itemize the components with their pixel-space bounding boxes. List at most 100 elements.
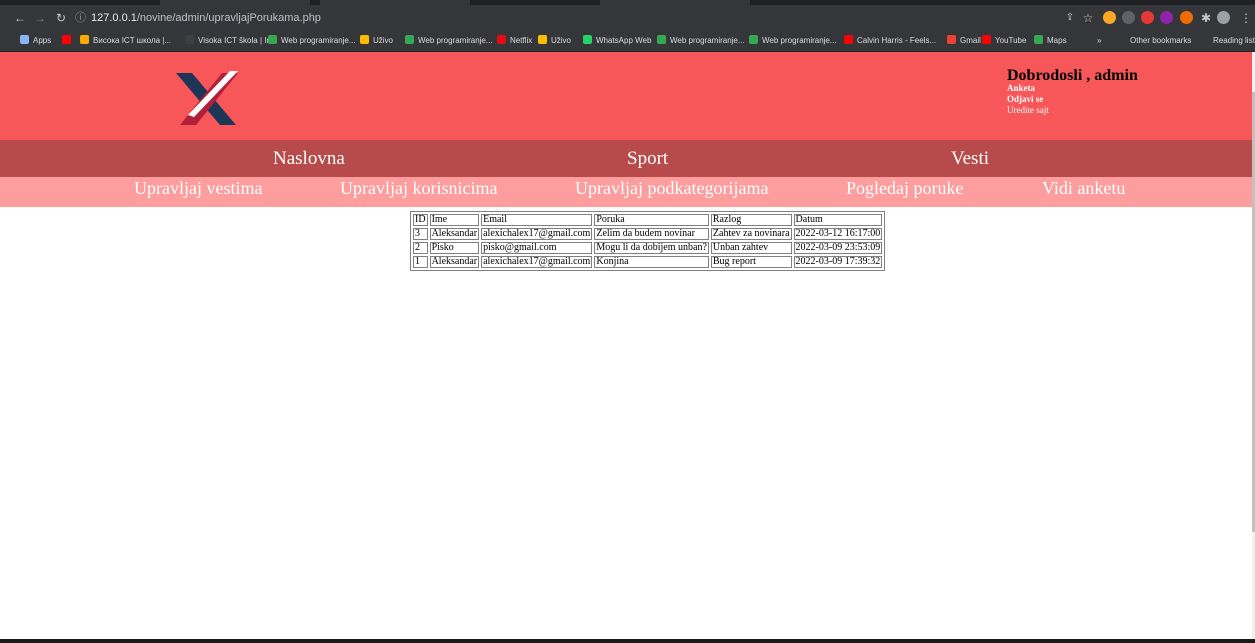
bookmark-favicon-icon [947,35,956,44]
more-bookmarks-button[interactable]: » [1097,35,1101,47]
nav-news-link[interactable]: Vesti [951,148,989,170]
bookmark-favicon-icon [982,35,991,44]
table-cell: 2022-03-12 16:17:00 [793,228,883,240]
bookmark-favicon-icon [657,35,666,44]
table-cell: Pisko [429,242,480,254]
back-icon[interactable]: ← [12,10,28,26]
extension-icon[interactable] [1160,11,1173,24]
site-logo[interactable] [174,71,238,127]
bookmark-favicon-icon [268,35,277,44]
bookmark-label: Uživo [551,36,572,45]
bookmark-favicon-icon [844,35,853,44]
bookmark-label: Web programiranje... [762,36,837,45]
logout-link[interactable]: Odjavi se [1007,94,1049,105]
table-cell: Unban zahtev [710,242,792,254]
table-body: 3 Aleksandar alexichalex17@gmail.com Zelim … [413,228,883,268]
bookmark-item[interactable]: Web programiranje... [657,35,745,47]
bookmark-item[interactable]: Web programiranje... [268,35,356,47]
bookmark-item[interactable]: Netflix [497,35,532,47]
bookmark-item[interactable]: Calvin Harris - Feels... [844,35,936,47]
bookmark-label: WhatsApp Web [596,36,652,45]
bookmark-item[interactable]: YouTube [982,35,1026,47]
table-cell: Konjina [594,256,709,268]
bookmark-item[interactable]: Maps [1034,35,1067,47]
other-bookmarks-folder[interactable]: Other bookmarks [1130,35,1191,47]
manage-news-link[interactable]: Upravljaj vestima [134,178,262,199]
adblock-extension-icon[interactable] [1141,11,1154,24]
profile-avatar[interactable] [1217,11,1230,24]
bookmark-star-icon[interactable]: ☆ [1080,10,1096,26]
forward-icon[interactable]: → [32,10,48,26]
manage-users-link[interactable]: Upravljaj korisnicima [340,178,497,199]
bookmark-favicon-icon [360,35,369,44]
view-poll-link[interactable]: Vidi anketu [1042,178,1125,199]
bookmark-item[interactable]: WhatsApp Web [583,35,651,47]
bookmark-item[interactable]: Visoka ICT škola | In... [185,35,278,47]
nav-home-link[interactable]: Naslovna [273,148,345,170]
column-header: Razlog [710,214,792,226]
table-cell: 2022-03-09 17:39:32 [793,256,883,268]
extension-icon[interactable] [1180,11,1193,24]
site-info-icon[interactable]: ⓘ [75,9,86,27]
column-header: Poruka [594,214,709,226]
table-cell: 1 [413,256,428,268]
table-cell: Aleksandar [429,256,480,268]
table-cell: alexichalex17@gmail.com [481,256,593,268]
view-messages-link[interactable]: Pogledaj poruke [846,178,963,199]
bookmark-favicon-icon [405,35,414,44]
share-icon[interactable]: ⇪ [1062,10,1078,26]
url-path: /novine/admin/upravljajPorukama.php [136,12,321,24]
nav-sport-link[interactable]: Sport [627,148,668,170]
admin-nav: Upravljaj vestima Upravljaj korisnicima … [0,177,1252,207]
reload-icon[interactable]: ↻ [53,10,69,26]
bookmark-label: Apps [33,36,52,45]
bookmark-label: Uživo [373,36,394,45]
extension-icon[interactable] [1122,11,1135,24]
bookmark-item[interactable]: Uživo [538,35,571,47]
user-links: Anketa Odjavi se Uredite sajt [1007,83,1049,116]
bookmark-label: Web programiranje... [281,36,356,45]
manage-subcategories-link[interactable]: Upravljaj podkategorijama [575,178,768,199]
bookmark-favicon-icon [80,35,89,44]
menu-kebab-icon[interactable]: ⋮ [1238,10,1254,26]
browser-toolbar: ← → ↻ ⓘ 127.0.0.1/novine/admin/upravljajP… [0,5,1255,31]
table-cell: 2 [413,242,428,254]
table-cell: Zahtev za novinara [710,228,792,240]
bookmark-item[interactable]: Gmail [947,35,981,47]
bookmark-item[interactable]: Apps [20,35,51,47]
reading-list-button[interactable]: Reading list [1213,35,1255,47]
main-nav: Naslovna Sport Vesti [0,140,1252,177]
url-host: 127.0.0.1 [91,12,137,24]
bookmark-label: Web programiranje... [670,36,745,45]
edit-site-link[interactable]: Uredite sajt [1007,105,1049,116]
table-cell: 3 [413,228,428,240]
bookmark-item[interactable] [62,35,75,47]
bookmark-label: Висока ICT школа |... [93,36,172,45]
column-header: Datum [793,214,883,226]
bookmark-item[interactable]: Web programiranje... [405,35,493,47]
bookmark-favicon-icon [20,35,29,44]
bookmark-label: Gmail [960,36,981,45]
taskbar-edge [0,639,1255,643]
bookmark-favicon-icon [583,35,592,44]
extensions-puzzle-icon[interactable]: ✱ [1198,10,1214,26]
table-cell: Zelim da budem novinar [594,228,709,240]
bookmark-item[interactable]: Висока ICT школа |... [80,35,171,47]
bookmark-item[interactable]: Uživo [360,35,393,47]
bookmark-favicon-icon [497,35,506,44]
rss-extension-icon[interactable] [1103,11,1116,24]
bookmark-label: Calvin Harris - Feels... [857,36,937,45]
table-cell: 2022-03-09 23:53:09 [793,242,883,254]
bookmark-label: Visoka ICT škola | In... [198,36,278,45]
table-cell: Mogu li da dobijem unban? [594,242,709,254]
bookmark-item[interactable]: Web programiranje... [749,35,837,47]
table-cell: alexichalex17@gmail.com [481,228,593,240]
address-bar[interactable]: ⓘ 127.0.0.1/novine/admin/upravljajPorukam… [75,9,1125,27]
table-cell: Bug report [710,256,792,268]
column-header: ID [413,214,428,226]
column-header: Ime [429,214,480,226]
table-row: 2 Pisko pisko@gmail.com Mogu li da dobijem … [413,242,883,254]
poll-link[interactable]: Anketa [1007,83,1049,94]
bookmark-label: Web programiranje... [418,36,493,45]
bookmark-favicon-icon [538,35,547,44]
